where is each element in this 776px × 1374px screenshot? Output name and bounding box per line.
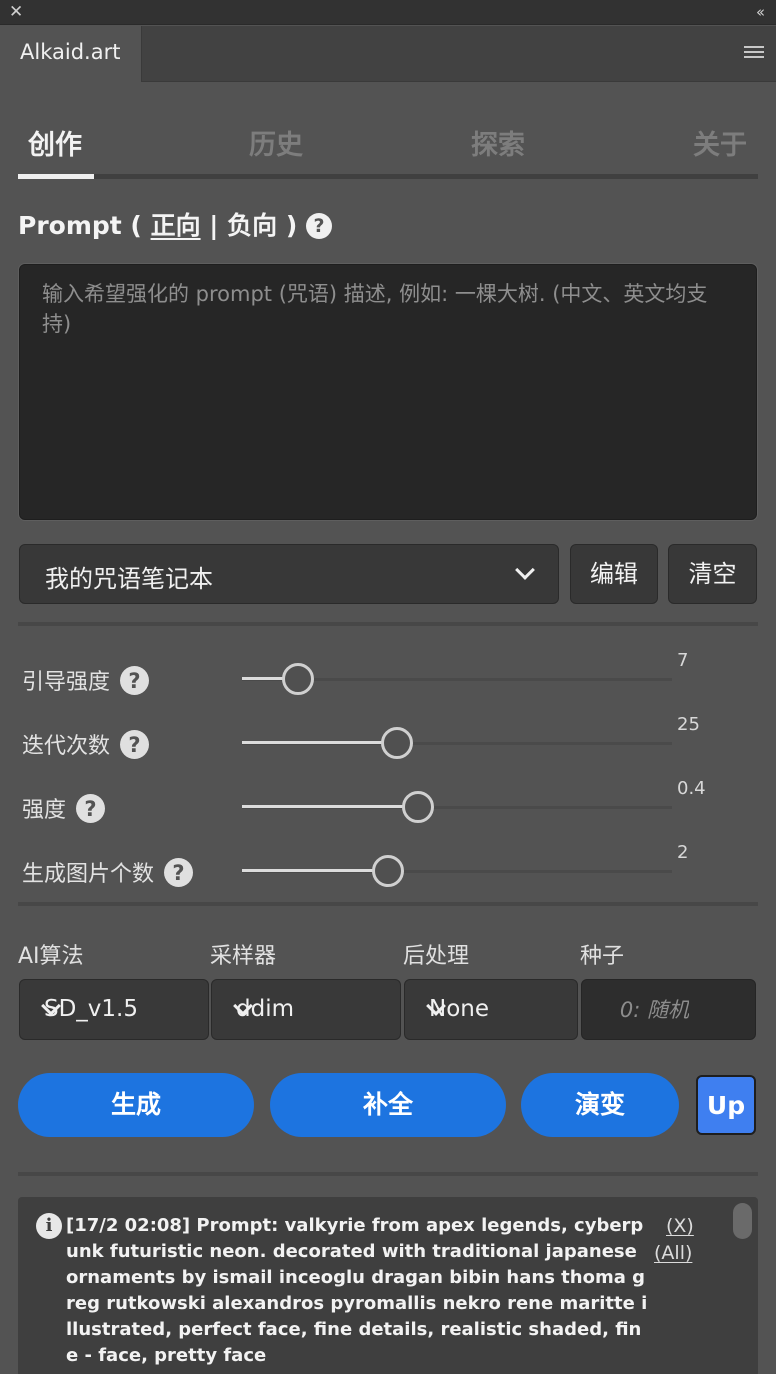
slider-steps-label: 迭代次数? bbox=[22, 728, 150, 760]
prompt-heading-separator: | bbox=[200, 211, 228, 240]
slider-strength-label: 强度? bbox=[22, 792, 106, 824]
tab-about[interactable]: 关于 bbox=[693, 123, 747, 162]
tab-explore[interactable]: 探索 bbox=[471, 123, 525, 162]
positive-prompt-link[interactable]: 正向 bbox=[151, 211, 201, 240]
post-process-select[interactable]: None bbox=[404, 979, 578, 1040]
slider-value: 2 bbox=[677, 842, 689, 863]
panel-tab-title: Alkaid.art bbox=[20, 40, 121, 64]
slider-guidance: 引导强度? 7 bbox=[22, 650, 742, 698]
prompt-input[interactable] bbox=[42, 279, 734, 505]
complete-button[interactable]: 补全 bbox=[270, 1073, 506, 1137]
slider-knob[interactable] bbox=[380, 727, 413, 759]
help-icon[interactable]: ? bbox=[306, 213, 332, 239]
notebook-selected-value: 我的咒语笔记本 bbox=[45, 565, 213, 593]
slider-image-count-label: 生成图片个数? bbox=[22, 856, 194, 888]
negative-prompt-link[interactable]: 负向 bbox=[227, 211, 277, 240]
scrollbar[interactable] bbox=[733, 1203, 752, 1239]
edit-notebook-button[interactable]: 编辑 bbox=[570, 544, 658, 604]
upscale-button[interactable]: Up bbox=[696, 1075, 756, 1135]
chevron-down-icon bbox=[515, 560, 535, 580]
show-all-log-link[interactable]: (All) bbox=[654, 1242, 692, 1264]
tab-track bbox=[18, 174, 758, 179]
tab-history[interactable]: 历史 bbox=[249, 123, 303, 162]
spell-notebook-select[interactable]: 我的咒语笔记本 bbox=[19, 544, 559, 604]
sampler-label: 采样器 bbox=[210, 944, 277, 969]
nav-tabs: 创作 历史 探索 关于 bbox=[18, 115, 758, 181]
post-process-label: 后处理 bbox=[403, 944, 470, 969]
algo-label: AI算法 bbox=[18, 944, 84, 969]
algo-selected-value: SD_v1.5 bbox=[44, 996, 138, 1022]
divider bbox=[18, 1172, 758, 1176]
slider-steps: 迭代次数? 25 bbox=[22, 714, 742, 762]
slider-fill bbox=[242, 741, 383, 744]
slider-fill bbox=[242, 805, 405, 808]
variation-button[interactable]: 演变 bbox=[521, 1073, 679, 1137]
sampler-select[interactable]: ddim bbox=[211, 979, 401, 1040]
close-icon[interactable]: ✕ bbox=[9, 2, 23, 22]
clear-notebook-button[interactable]: 清空 bbox=[668, 544, 757, 604]
seed-label: 种子 bbox=[580, 944, 625, 969]
help-icon[interactable]: ? bbox=[76, 794, 106, 823]
slider-knob[interactable] bbox=[372, 855, 405, 887]
tab-create[interactable]: 创作 bbox=[28, 123, 82, 162]
slider-guidance-label: 引导强度? bbox=[22, 664, 150, 696]
algo-select[interactable]: SD_v1.5 bbox=[19, 979, 209, 1040]
slider-value: 0.4 bbox=[677, 778, 706, 799]
slider-fill bbox=[242, 869, 375, 872]
slider-knob[interactable] bbox=[281, 663, 314, 695]
info-icon: i bbox=[36, 1213, 62, 1239]
prompt-heading: Prompt ( 正向 | 负向 ) ? bbox=[18, 206, 332, 242]
collapse-panel-icon[interactable]: ‹‹ bbox=[756, 2, 765, 22]
slider-strength: 强度? 0.4 bbox=[22, 778, 742, 826]
hamburger-icon[interactable] bbox=[744, 46, 764, 60]
log-message: [17/2 02:08] Prompt: valkyrie from apex … bbox=[66, 1215, 648, 1366]
generate-button[interactable]: 生成 bbox=[18, 1073, 254, 1137]
slider-value: 25 bbox=[677, 714, 700, 735]
help-icon[interactable]: ? bbox=[164, 858, 194, 887]
divider bbox=[18, 622, 758, 626]
log-panel: i [17/2 02:08] Prompt: valkyrie from ape… bbox=[18, 1197, 758, 1374]
seed-input[interactable] bbox=[582, 980, 755, 1039]
prompt-heading-suffix: ) bbox=[277, 211, 298, 240]
slider-knob[interactable] bbox=[402, 791, 435, 823]
slider-fill bbox=[242, 677, 284, 680]
seed-field bbox=[581, 979, 756, 1040]
active-tab-indicator bbox=[18, 174, 94, 179]
panel-tab-strip: Alkaid.art bbox=[0, 26, 776, 82]
window-titlebar: ✕ ‹‹ bbox=[0, 0, 776, 25]
divider bbox=[18, 902, 758, 906]
slider-value: 7 bbox=[677, 650, 689, 671]
close-log-link[interactable]: (X) bbox=[666, 1215, 694, 1237]
help-icon[interactable]: ? bbox=[120, 730, 150, 759]
panel-tab-alkaid[interactable]: Alkaid.art bbox=[0, 26, 142, 82]
prompt-heading-prefix: Prompt ( bbox=[18, 211, 151, 240]
prompt-input-container bbox=[19, 264, 757, 520]
slider-image-count: 生成图片个数? 2 bbox=[22, 842, 742, 890]
help-icon[interactable]: ? bbox=[120, 666, 150, 695]
